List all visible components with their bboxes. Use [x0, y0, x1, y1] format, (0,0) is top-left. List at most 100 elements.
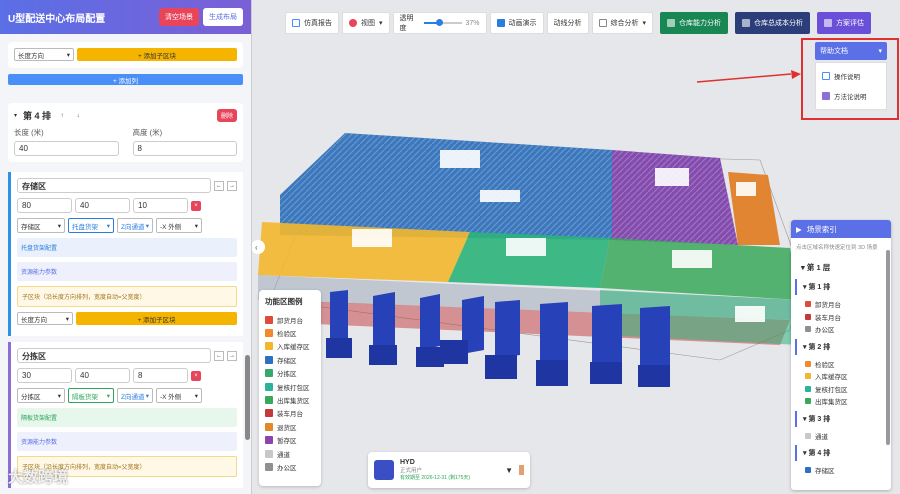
legend-label: 卸货月台	[277, 317, 303, 325]
index-item[interactable]: 存储区	[791, 464, 891, 477]
zone-width-input[interactable]: 40	[75, 368, 130, 383]
index-item[interactable]: 装车月台	[791, 311, 891, 324]
legend-label: 存储区	[277, 357, 297, 365]
arrow-right-icon[interactable]: →	[227, 350, 237, 361]
opacity-slider[interactable]	[424, 19, 462, 26]
index-group[interactable]: ▾ 第 3 排	[795, 410, 887, 427]
zone-name-input[interactable]: 分拣区	[17, 348, 211, 363]
battery-icon	[519, 465, 524, 475]
arrow-left-icon[interactable]: ←	[214, 180, 224, 191]
height-input[interactable]: 8	[132, 141, 237, 156]
view-dropdown[interactable]: 视图 ▾	[342, 12, 390, 34]
remove-zone-button[interactable]: ×	[191, 200, 201, 211]
add-subblock-button[interactable]: + 添加子区块	[77, 48, 237, 61]
scene-index-hint: 点击区域名称快速定位到 3D 场景	[796, 245, 878, 251]
length-label: 长度 (米)	[14, 128, 44, 137]
length-input[interactable]: 40	[14, 141, 119, 156]
clear-scene-button[interactable]: 清空场景	[159, 8, 199, 26]
coin-icon	[742, 19, 751, 27]
chart-icon	[822, 92, 830, 100]
legend-swatch	[265, 329, 273, 338]
index-item[interactable]: 复核打包区	[791, 383, 891, 396]
move-up-icon[interactable]: ↑	[57, 110, 68, 121]
capacity-params-bar[interactable]: 资源能力参数	[17, 432, 237, 451]
help-menu: 操作说明 方法论说明	[815, 62, 887, 110]
index-swatch	[805, 467, 811, 474]
subblock-direction-select[interactable]: 长度方向 ▾	[17, 312, 73, 325]
help-item-methodology[interactable]: 方法论说明	[816, 86, 886, 106]
add-subblock-button-2[interactable]: + 添加子区块	[76, 312, 237, 325]
delete-row-button[interactable]: 删除	[216, 109, 237, 122]
floor-group[interactable]: ▾ 第 1 层	[795, 259, 887, 276]
chevron-down-icon: ▾	[379, 20, 383, 27]
user-card: HYD 正式用户 有效期至 2026-12-31 (剩175天) ▼	[368, 452, 530, 488]
shelf-type-select[interactable]: 隔板货架 ▾	[68, 388, 114, 403]
legend-swatch	[265, 382, 273, 391]
legend-label: 出库集货区	[277, 398, 310, 406]
zone-width-input[interactable]: 40	[75, 198, 130, 213]
main-toolbar: 仿真报告 视图 ▾ 透明度 37% 动画演示 动线分析 综合分析 ▾ 仓库能力分析 …	[285, 10, 872, 36]
index-group[interactable]: ▾ 第 2 排	[795, 338, 887, 355]
index-scrollbar[interactable]	[886, 250, 890, 445]
zone-storage: 存储区 ← → 80 40 10 × 存储区 ▾ 托盘货架 ▾ Z向通道 ▾ -X 外…	[8, 172, 243, 336]
index-item[interactable]: 通道	[791, 430, 891, 443]
generate-layout-button[interactable]: 生成布局	[203, 8, 243, 26]
index-item[interactable]: 检验区	[791, 358, 891, 371]
arrow-right-icon[interactable]: →	[227, 180, 237, 191]
zone-length-input[interactable]: 80	[17, 198, 72, 213]
help-item-operations[interactable]: 操作说明	[816, 66, 886, 86]
scene-label	[736, 182, 756, 196]
add-column-button[interactable]: + 添加列	[8, 74, 243, 85]
sim-report-button[interactable]: 仿真报告	[285, 12, 339, 34]
collapse-icon[interactable]: ▾	[14, 112, 17, 119]
scene-label	[352, 229, 392, 247]
chevron-down-icon: ▾	[194, 392, 198, 400]
channel-select[interactable]: Z向通道 ▾	[117, 218, 153, 233]
zone-name-input[interactable]: 存储区	[17, 178, 211, 193]
user-expiry: 有效期至 2026-12-31 (剩175天)	[400, 475, 471, 481]
storage-racks	[280, 133, 612, 240]
index-group[interactable]: ▾ 第 4 排	[795, 445, 887, 461]
legend-item: 卸货月台	[265, 313, 315, 326]
legend-item: 复核打包区	[265, 380, 315, 393]
cost-analysis-button[interactable]: 仓库总成本分析	[735, 12, 811, 34]
arrow-left-icon[interactable]: ←	[214, 350, 224, 361]
shelf-config-bar[interactable]: 隔板货架配置	[17, 408, 237, 427]
analysis-dropdown[interactable]: 综合分析 ▾	[591, 12, 654, 34]
flow-analysis-button[interactable]: 动线分析	[546, 12, 589, 34]
side-select[interactable]: -X 外侧 ▾	[156, 218, 202, 233]
zone-height-input[interactable]: 10	[133, 198, 188, 213]
capacity-analysis-button[interactable]: 仓库能力分析	[660, 12, 729, 34]
index-item[interactable]: 出库集货区	[791, 395, 891, 408]
plan-eval-button[interactable]: 方案评估	[817, 12, 872, 34]
move-down-icon[interactable]: ↓	[73, 110, 84, 121]
help-docs-button[interactable]: 帮助文档 ▾	[815, 42, 887, 60]
index-swatch	[805, 398, 811, 405]
expand-icon[interactable]: ▼	[505, 466, 513, 475]
channel-select[interactable]: Z向通道 ▾	[117, 388, 153, 403]
direction-select[interactable]: 长度方向 ▾	[14, 48, 74, 61]
remove-zone-button[interactable]: ×	[191, 370, 201, 381]
legend-item: 分拣区	[265, 367, 315, 380]
index-item[interactable]: 入库缓存区	[791, 370, 891, 383]
scene-index-header[interactable]: ▶ 场景索引	[791, 220, 891, 238]
scene-label	[480, 190, 520, 202]
zone-height-input[interactable]: 8	[133, 368, 188, 383]
index-group[interactable]: ▾ 第 1 排	[795, 279, 887, 295]
index-item[interactable]: 卸货月台	[791, 298, 891, 311]
index-swatch	[805, 301, 811, 308]
config-title: U型配送中心布局配置	[8, 13, 106, 25]
animation-button[interactable]: 动画演示	[489, 12, 544, 34]
legend-swatch	[265, 396, 273, 405]
shelf-type-select[interactable]: 托盘货架 ▾	[68, 218, 114, 233]
zone-length-input[interactable]: 30	[17, 368, 72, 383]
zone-type-select[interactable]: 分拣区 ▾	[17, 388, 65, 403]
capacity-params-bar[interactable]: 资源能力参数	[17, 262, 237, 281]
index-item[interactable]: 办公区	[791, 323, 891, 336]
shelf-config-bar[interactable]: 托盘货架配置	[17, 238, 237, 257]
panel-scrollbar[interactable]	[245, 355, 250, 440]
slider-thumb[interactable]	[436, 19, 444, 26]
zone-type-select[interactable]: 存储区 ▾	[17, 218, 65, 233]
legend-swatch	[265, 462, 273, 471]
side-select[interactable]: -X 外侧 ▾	[156, 388, 202, 403]
